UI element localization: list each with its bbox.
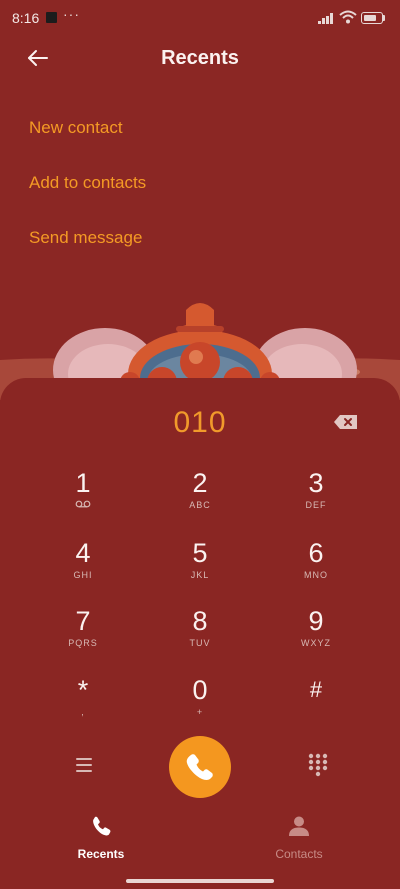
key-digit: 6 [308,538,324,568]
wifi-icon [339,10,357,24]
phone-icon [93,816,111,836]
status-bar: 8:16 ··· [0,0,400,36]
dial-key-3[interactable]: 3 DEF [271,468,361,528]
home-indicator[interactable] [126,879,274,883]
key-letters: JKL [190,570,210,580]
dial-key-star[interactable]: * , [38,675,128,735]
key-digit: 5 [192,538,208,568]
call-button[interactable] [169,736,231,798]
key-letters: WXYZ [301,638,331,648]
battery-icon [361,12,383,24]
dial-key-2[interactable]: 2 ABC [155,468,245,528]
key-digit: * [77,675,89,705]
key-letters: ABC [189,500,211,510]
new-contact-link[interactable]: New contact [29,118,123,138]
key-letters: , [81,707,85,717]
key-digit: 7 [75,606,91,636]
dial-key-8[interactable]: 8 TUV [155,606,245,666]
key-letters: MNO [304,570,328,580]
key-letters: PQRS [68,638,98,648]
hamburger-menu-icon [76,758,92,772]
send-message-link[interactable]: Send message [29,228,142,248]
tab-recents[interactable]: Recents [51,814,151,864]
dial-key-0[interactable]: 0 + [155,675,245,735]
dial-key-1[interactable]: 1 [38,468,128,528]
key-letters [271,707,361,719]
key-letters: GHI [73,570,93,580]
key-digit: # [309,677,323,702]
add-to-contacts-link[interactable]: Add to contacts [29,173,146,193]
key-letters: + [196,707,204,717]
dial-key-4[interactable]: 4 GHI [38,538,128,598]
key-digit: 9 [308,606,324,636]
key-digit: 0 [192,675,208,705]
page-title: Recents [161,47,239,69]
more-notifications-icon: ··· [63,6,80,22]
dialpad-grid-icon [308,753,328,777]
status-time: 8:16 [12,10,40,26]
tab-contacts-label: Contacts [275,847,323,861]
dial-key-9[interactable]: 9 WXYZ [271,606,361,666]
dial-key-hash[interactable]: # [271,675,361,735]
battery-tip [383,15,385,21]
tab-recents-label: Recents [77,847,125,861]
key-digit: 4 [75,538,91,568]
dialer-screen: 8:16 ··· Recents New contact Add to cont… [0,0,400,889]
key-digit: 2 [192,468,208,498]
key-digit: 3 [308,468,324,498]
notification-icon [46,12,57,23]
dial-key-6[interactable]: 6 MNO [271,538,361,598]
keypad-toggle-button[interactable] [307,752,329,778]
menu-button[interactable] [72,755,96,775]
phone-icon [186,754,213,780]
backspace-button[interactable] [332,412,360,432]
tab-contacts[interactable]: Contacts [249,814,349,864]
dial-key-5[interactable]: 5 JKL [155,538,245,598]
key-digit: 1 [75,468,91,498]
key-digit: 8 [192,606,208,636]
dial-key-7[interactable]: 7 PQRS [38,606,128,666]
backspace-icon [334,415,357,429]
cellular-signal-icon [318,13,333,24]
key-letters: DEF [305,500,327,510]
voicemail-icon [38,500,128,512]
key-letters: TUV [189,638,211,648]
person-icon [289,816,309,836]
